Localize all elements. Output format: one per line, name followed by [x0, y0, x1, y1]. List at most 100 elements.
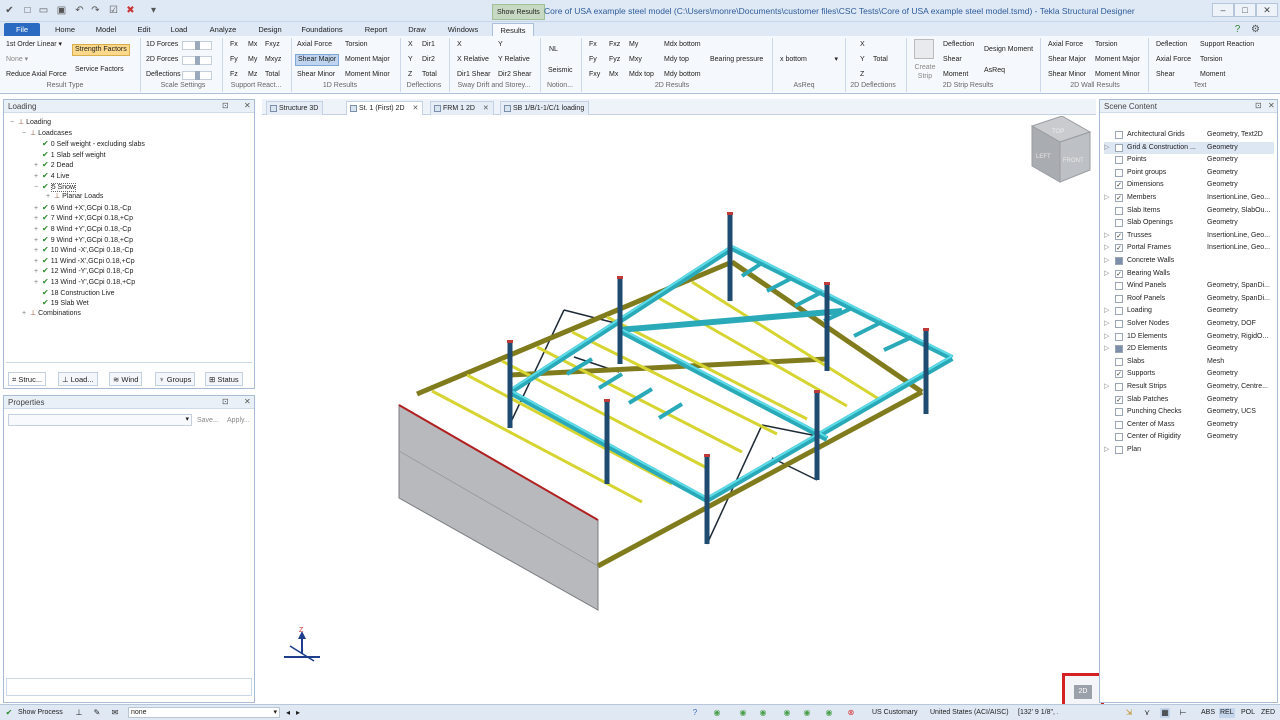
- wall-axial-force[interactable]: Axial Force: [1048, 40, 1083, 50]
- scene-row-value[interactable]: Geometry: [1205, 167, 1273, 180]
- expand-icon[interactable]: ▷: [1104, 331, 1112, 344]
- sway-x-relative[interactable]: X Relative: [457, 55, 489, 65]
- moment-major-button[interactable]: Moment Major: [345, 55, 390, 65]
- scene-checkbox[interactable]: [1115, 257, 1123, 265]
- grid-icon[interactable]: ▦: [1160, 708, 1170, 718]
- next-icon[interactable]: ▸: [293, 708, 303, 718]
- redo-icon[interactable]: ↷: [90, 5, 101, 16]
- sway-x[interactable]: X: [457, 40, 462, 50]
- scene-row-value[interactable]: InsertionLine, Geo...: [1205, 230, 1273, 243]
- text-shear[interactable]: Shear: [1156, 70, 1175, 80]
- defl-dir1[interactable]: Dir1: [422, 40, 435, 50]
- tab-loading[interactable]: ⊥ Load...: [58, 372, 98, 386]
- check-icon[interactable]: ☑: [108, 5, 119, 16]
- checkbox-icon[interactable]: ✔: [42, 171, 49, 180]
- support-fx[interactable]: Fx: [230, 40, 238, 50]
- settings-icon[interactable]: ⚙: [1250, 24, 1261, 35]
- scene-checkbox[interactable]: ✓: [1115, 370, 1123, 379]
- r2d-mxy[interactable]: Mxy: [629, 55, 642, 65]
- scene-checkbox[interactable]: [1115, 357, 1123, 366]
- customize-icon[interactable]: ▾: [148, 5, 159, 16]
- torsion-button[interactable]: Torsion: [345, 40, 368, 50]
- expand-icon[interactable]: ▷: [1104, 268, 1112, 281]
- expand-icon[interactable]: ▷: [1104, 230, 1112, 243]
- strip-asreq[interactable]: AsReq: [984, 66, 1005, 76]
- snap-icon[interactable]: ⇲: [1124, 708, 1134, 718]
- close-icon[interactable]: ✕: [1268, 101, 1275, 110]
- checkbox-icon[interactable]: ✔: [42, 160, 49, 169]
- scene-row[interactable]: ▷ 1D Elements Geometry, RigidO...: [1104, 331, 1274, 344]
- scene-row[interactable]: ▷ Result Strips Geometry, Centre...: [1104, 381, 1274, 394]
- scene-row[interactable]: Center of Rigidity Geometry: [1104, 431, 1274, 444]
- scene-checkbox[interactable]: ✓: [1115, 395, 1123, 404]
- support-mz[interactable]: Mz: [248, 70, 257, 80]
- tree-item[interactable]: + ✔ 9 Wind +Y',GCpi 0.18,+Cp: [34, 235, 133, 246]
- d2d-z[interactable]: Z: [860, 70, 864, 80]
- scene-checkbox[interactable]: [1115, 420, 1123, 429]
- tab-results[interactable]: Results: [492, 23, 534, 36]
- scene-row[interactable]: Slab Openings Geometry: [1104, 217, 1274, 230]
- close-icon[interactable]: ✕: [244, 397, 251, 406]
- text-moment[interactable]: Moment: [1200, 70, 1225, 80]
- process-icon[interactable]: ✔: [4, 708, 14, 718]
- expand-icon[interactable]: ▷: [1104, 142, 1112, 155]
- expand-icon[interactable]: ▷: [1104, 192, 1112, 205]
- checkbox-icon[interactable]: ✔: [42, 139, 49, 148]
- scale-1d-slider[interactable]: [182, 41, 212, 50]
- tree-item[interactable]: ✔ 19 Slab Wet: [34, 298, 89, 309]
- wall-shear-major[interactable]: Shear Major: [1048, 55, 1086, 65]
- defl-y[interactable]: Y: [408, 55, 413, 65]
- filter-icon[interactable]: ⊥: [74, 708, 84, 718]
- new-icon[interactable]: □: [22, 5, 33, 16]
- mail-icon[interactable]: ✉: [110, 708, 120, 718]
- expand-icon[interactable]: −: [10, 118, 18, 129]
- scene-row[interactable]: Roof Panels Geometry, SpanDi...: [1104, 293, 1274, 306]
- show-process-button[interactable]: Show Process: [18, 708, 63, 718]
- support-total[interactable]: Total: [265, 70, 280, 80]
- checkbox-icon[interactable]: ✔: [42, 224, 49, 233]
- scene-row-value[interactable]: Geometry, SlabOu...: [1205, 205, 1273, 218]
- scene-row-value[interactable]: Geometry, SpanDi...: [1205, 293, 1273, 306]
- scene-row[interactable]: ▷ Solver Nodes Geometry, DOF: [1104, 318, 1274, 331]
- properties-dropdown[interactable]: ▾: [8, 414, 192, 426]
- help-icon[interactable]: ?: [1232, 24, 1243, 35]
- tab-file[interactable]: File: [4, 23, 40, 36]
- scene-row-value[interactable]: Mesh: [1205, 356, 1273, 369]
- scene-checkbox[interactable]: [1115, 131, 1123, 139]
- wall-moment-minor[interactable]: Moment Minor: [1095, 70, 1140, 80]
- tree-item[interactable]: + ✔ 6 Wind +X',GCpi 0.18,-Cp: [34, 203, 131, 214]
- scene-checkbox[interactable]: ✓: [1115, 194, 1123, 202]
- close-tab-icon[interactable]: ✕: [483, 105, 489, 112]
- pin-icon[interactable]: ⊡: [222, 101, 229, 110]
- tree-item[interactable]: + ✔ 4 Live: [34, 171, 69, 182]
- tree-item[interactable]: + ✔ 11 Wind -X',GCpi 0.18,+Cp: [34, 256, 135, 267]
- wall-panel[interactable]: [398, 404, 599, 611]
- r2d-mdy-top[interactable]: Mdy top: [664, 55, 689, 65]
- checkbox-icon[interactable]: ✔: [42, 266, 49, 275]
- pin-icon[interactable]: ⊡: [1255, 101, 1262, 110]
- wall-shear-minor[interactable]: Shear Minor: [1048, 70, 1086, 80]
- model-viewport[interactable]: TOP LEFT FRONT Z: [262, 115, 1096, 703]
- tab-structure[interactable]: ⌗ Struc...: [8, 372, 47, 386]
- defl-z[interactable]: Z: [408, 70, 412, 80]
- scale-deflection-slider[interactable]: [182, 71, 212, 80]
- scene-checkbox[interactable]: [1115, 307, 1123, 316]
- seismic-button[interactable]: Seismic: [548, 66, 573, 76]
- scene-checkbox[interactable]: [1115, 168, 1123, 177]
- scene-row[interactable]: ▷ 2D Elements Geometry: [1104, 343, 1274, 356]
- scene-row[interactable]: Slab Items Geometry, SlabOu...: [1104, 205, 1274, 218]
- tab-analyze[interactable]: Analyze: [202, 23, 244, 36]
- scene-row-value[interactable]: InsertionLine, Geo...: [1205, 242, 1273, 255]
- tree-item[interactable]: ✔ 18 Construction Live: [34, 288, 115, 299]
- scene-row[interactable]: ✓ Slab Patches Geometry: [1104, 394, 1274, 407]
- checkbox-icon[interactable]: ✔: [42, 277, 49, 286]
- strip-design-moment[interactable]: Design Moment: [984, 45, 1033, 55]
- create-strip-icon[interactable]: [914, 39, 934, 59]
- tab-wind[interactable]: ≋ Wind: [109, 372, 143, 386]
- sway-dir1-shear[interactable]: Dir1 Shear: [457, 70, 490, 80]
- scene-checkbox[interactable]: [1115, 206, 1123, 215]
- scene-row[interactable]: ✓ Supports Geometry: [1104, 368, 1274, 381]
- scene-checkbox[interactable]: [1115, 433, 1123, 442]
- reduce-axial-force-button[interactable]: Reduce Axial Force: [6, 70, 67, 80]
- scene-row[interactable]: Point groups Geometry: [1104, 167, 1274, 180]
